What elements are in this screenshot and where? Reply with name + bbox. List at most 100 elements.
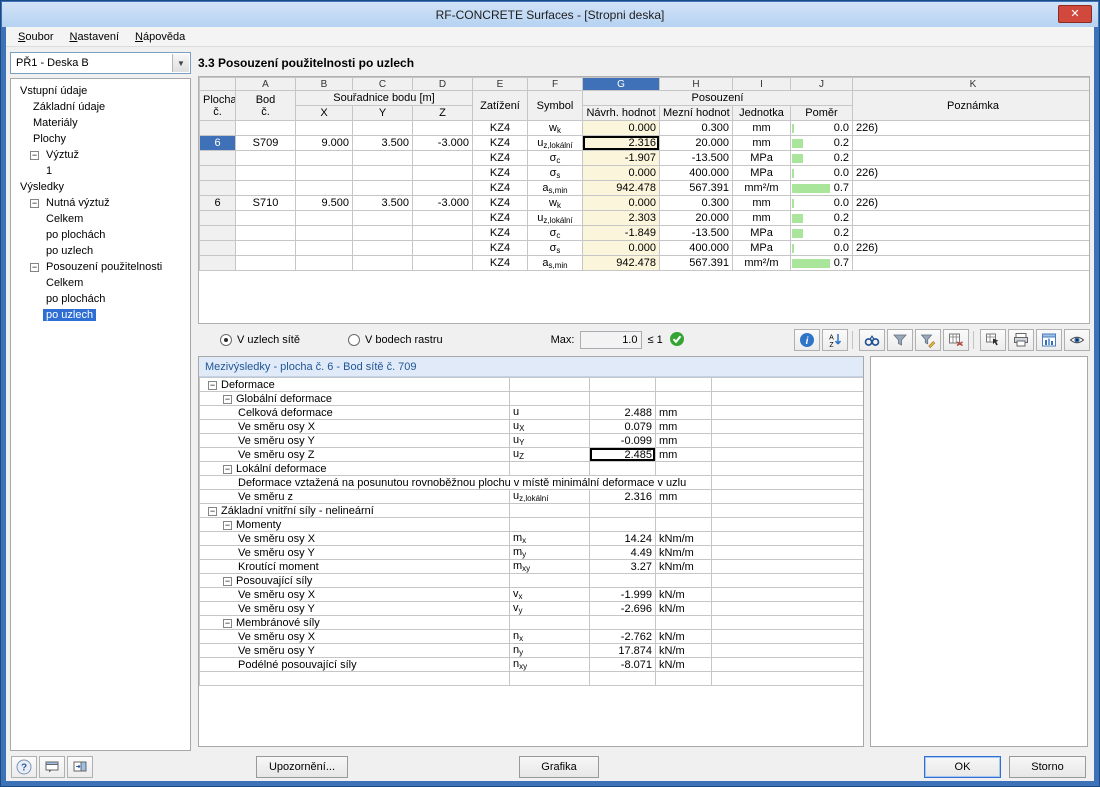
help-button[interactable]: ? (11, 756, 37, 778)
cell-x[interactable] (295, 225, 353, 241)
row-header-cell[interactable]: 6 (199, 135, 236, 151)
cell-symbol[interactable]: as,min (527, 180, 583, 196)
column-letter[interactable]: E (472, 77, 528, 91)
row-header-cell[interactable] (199, 255, 236, 271)
detail-group-cell[interactable]: − Deformace (199, 377, 510, 392)
cell-navrh-hodnota[interactable]: -1.907 (582, 150, 660, 166)
column-letter[interactable]: I (732, 77, 791, 91)
print-button[interactable] (1008, 329, 1034, 351)
sort-az-button[interactable]: AZ (822, 329, 848, 351)
collapse-icon[interactable]: − (30, 198, 39, 208)
cell-navrh-hodnota[interactable]: 0.000 (582, 165, 660, 181)
cell-navrh-hodnota[interactable]: -1.849 (582, 225, 660, 241)
cell-zatizeni[interactable]: KZ4 (472, 195, 528, 211)
tree-item-po-plochach[interactable]: po plochách (11, 227, 190, 243)
cell-x[interactable] (295, 150, 353, 166)
cell-poznamka[interactable] (852, 180, 1089, 196)
column-letter[interactable]: C (352, 77, 413, 91)
cell-navrh-hodnota[interactable]: 942.478 (582, 180, 660, 196)
cell-symbol[interactable]: as,min (527, 255, 583, 271)
cell-y[interactable]: 3.500 (352, 195, 413, 211)
dock-panel-button[interactable] (67, 756, 93, 778)
tree-item-po-uzlech[interactable]: po uzlech (11, 307, 190, 323)
row-header-cell[interactable] (199, 240, 236, 256)
row-header-cell[interactable]: 6 (199, 195, 236, 211)
cell-mezni-hodnota[interactable]: 567.391 (659, 255, 733, 271)
cell-jednotka[interactable]: MPa (732, 165, 791, 181)
cell-z[interactable] (412, 165, 473, 181)
tree-item-po-uzlech[interactable]: po uzlech (11, 243, 190, 259)
cell-mezni-hodnota[interactable]: -13.500 (659, 150, 733, 166)
view-button[interactable] (1064, 329, 1090, 351)
cell-mezni-hodnota[interactable]: 0.300 (659, 195, 733, 211)
column-letter[interactable]: A (235, 77, 296, 91)
cell-pomer[interactable]: 0.0 (790, 195, 853, 211)
cell-z[interactable]: -3.000 (412, 195, 473, 211)
tree-item-celkem[interactable]: Celkem (11, 275, 190, 291)
cell-z[interactable] (412, 255, 473, 271)
cell-x[interactable] (295, 210, 353, 226)
cell-jednotka[interactable]: mm²/m (732, 180, 791, 196)
detail-value-cell[interactable]: 2.485 (589, 447, 656, 462)
cell-poznamka[interactable]: 226) (852, 195, 1089, 211)
column-letter[interactable]: F (527, 77, 583, 91)
cell-mezni-hodnota[interactable]: 20.000 (659, 135, 733, 151)
cell-mezni-hodnota[interactable]: 20.000 (659, 210, 733, 226)
detail-group-cell[interactable]: − Lokální deformace (199, 461, 510, 476)
cell-bod[interactable] (235, 240, 296, 256)
cell-x[interactable]: 9.500 (295, 195, 353, 211)
cell-bod[interactable] (235, 255, 296, 271)
grafika-button[interactable]: Grafika (519, 756, 599, 778)
cell-z[interactable]: -3.000 (412, 135, 473, 151)
cell-z[interactable] (412, 120, 473, 136)
cell-bod[interactable] (235, 210, 296, 226)
cell-bod[interactable] (235, 165, 296, 181)
row-header-cell[interactable] (199, 210, 236, 226)
cell-mezni-hodnota[interactable]: 400.000 (659, 165, 733, 181)
cell-zatizeni[interactable]: KZ4 (472, 240, 528, 256)
cell-z[interactable] (412, 210, 473, 226)
cell-y[interactable] (352, 120, 413, 136)
cell-zatizeni[interactable]: KZ4 (472, 225, 528, 241)
cell-x[interactable] (295, 255, 353, 271)
cell-mezni-hodnota[interactable]: 0.300 (659, 120, 733, 136)
radio-v-uzlech-site-label[interactable]: V uzlech sítě (237, 334, 300, 346)
cell-y[interactable] (352, 180, 413, 196)
cell-symbol[interactable]: σc (527, 225, 583, 241)
detail-value-cell[interactable]: -1.999 (589, 587, 656, 602)
tree-item-posouzeni-pouzitelnosti[interactable]: − Posouzení použitelnosti (11, 259, 190, 275)
detail-group-cell[interactable]: − Momenty (199, 517, 510, 532)
detail-value-cell[interactable]: 2.316 (589, 489, 656, 504)
collapse-icon[interactable]: − (223, 576, 232, 586)
detail-value-cell[interactable]: 4.49 (589, 545, 656, 560)
recalculate-button[interactable] (943, 329, 969, 351)
cell-pomer[interactable]: 0.2 (790, 210, 853, 226)
cell-bod[interactable] (235, 180, 296, 196)
collapse-icon[interactable]: − (208, 380, 217, 390)
cell-jednotka[interactable]: MPa (732, 150, 791, 166)
cell-jednotka[interactable]: mm (732, 135, 791, 151)
cell-y[interactable]: 3.500 (352, 135, 413, 151)
column-letter[interactable]: H (659, 77, 733, 91)
cell-symbol[interactable]: wk (527, 120, 583, 136)
detail-group-cell[interactable]: − Globální deformace (199, 391, 510, 406)
upozorneni-button[interactable]: Upozornění... (256, 756, 348, 778)
info-button[interactable]: i (794, 329, 820, 351)
detail-value-cell[interactable]: 14.24 (589, 531, 656, 546)
collapse-icon[interactable]: − (208, 506, 217, 516)
cell-x[interactable]: 9.000 (295, 135, 353, 151)
cell-x[interactable] (295, 180, 353, 196)
column-letter[interactable]: J (790, 77, 853, 91)
detail-value-cell[interactable]: 2.488 (589, 405, 656, 420)
collapse-icon[interactable]: − (223, 394, 232, 404)
cell-pomer[interactable]: 0.7 (790, 180, 853, 196)
row-header-cell[interactable] (199, 150, 236, 166)
menu-nastaveni[interactable]: Nastavení (61, 28, 127, 46)
cell-x[interactable] (295, 120, 353, 136)
row-header-cell[interactable] (199, 120, 236, 136)
chevron-down-icon[interactable]: ▼ (172, 54, 189, 72)
cell-mezni-hodnota[interactable]: 400.000 (659, 240, 733, 256)
cell-poznamka[interactable]: 226) (852, 165, 1089, 181)
cell-zatizeni[interactable]: KZ4 (472, 165, 528, 181)
radio-v-uzlech-site[interactable] (220, 334, 232, 346)
